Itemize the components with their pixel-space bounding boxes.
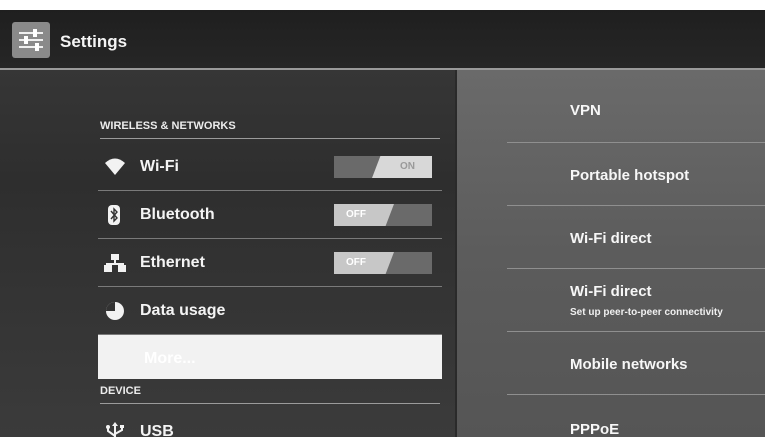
page-title: Settings (60, 32, 128, 51)
settings-item-wifi[interactable]: Wi-Fi ON (98, 143, 442, 191)
action-bar: Settings (0, 10, 765, 70)
more-item-title: VPN (570, 102, 601, 119)
more-item-wifi-direct-p2p[interactable]: Wi-Fi direct Set up peer-to-peer connect… (507, 269, 765, 332)
settings-item-label: Data usage (140, 302, 226, 319)
more-item-portable-hotspot[interactable]: Portable hotspot (507, 143, 765, 206)
section-header-device: DEVICE (100, 385, 440, 404)
settings-item-bluetooth[interactable]: Bluetooth OFF (98, 191, 442, 239)
ethernet-icon (104, 253, 126, 273)
more-detail-pane: VPN Portable hotspot Wi-Fi direct Wi-Fi … (455, 70, 765, 437)
toggle-label: OFF (346, 257, 366, 268)
more-item-pppoe[interactable]: PPPoE (507, 395, 765, 437)
bluetooth-toggle[interactable]: OFF (334, 204, 432, 226)
settings-item-label: Wi-Fi (140, 158, 179, 175)
more-item-wifi-direct[interactable]: Wi-Fi direct (507, 206, 765, 269)
settings-item-ethernet[interactable]: Ethernet OFF (98, 239, 442, 287)
bluetooth-icon (104, 205, 126, 225)
usb-icon (104, 422, 126, 437)
ethernet-toggle[interactable]: OFF (334, 252, 432, 274)
data-usage-icon (104, 301, 126, 321)
more-item-title: Wi-Fi direct (570, 230, 652, 247)
settings-item-label: Bluetooth (140, 206, 215, 223)
wifi-toggle[interactable]: ON (334, 156, 432, 178)
section-header-wireless: WIRELESS & NETWORKS (100, 120, 440, 139)
settings-list: WIRELESS & NETWORKS Wi-Fi ON Bluetooth O… (0, 70, 455, 437)
settings-item-data-usage[interactable]: Data usage (98, 287, 442, 335)
more-item-title: Mobile networks (570, 356, 688, 373)
settings-item-label: USB (140, 423, 174, 437)
more-item-subtitle: Set up peer-to-peer connectivity (570, 307, 723, 318)
settings-item-usb[interactable]: USB (98, 408, 442, 437)
more-item-title: Portable hotspot (570, 167, 690, 184)
settings-item-label: More... (144, 350, 196, 367)
settings-item-label: Ethernet (140, 254, 205, 271)
toggle-label: OFF (346, 209, 366, 220)
more-item-mobile-networks[interactable]: Mobile networks (507, 332, 765, 395)
settings-screen: Settings WIRELESS & NETWORKS Wi-Fi ON Bl… (0, 10, 765, 437)
settings-sliders-icon[interactable] (12, 22, 50, 58)
settings-item-more[interactable]: More... (98, 335, 442, 379)
toggle-label: ON (400, 161, 415, 172)
wifi-icon (104, 157, 126, 177)
more-item-vpn[interactable]: VPN (507, 80, 765, 143)
more-item-title: Wi-Fi direct (570, 283, 652, 300)
more-item-title: PPPoE (570, 421, 620, 437)
